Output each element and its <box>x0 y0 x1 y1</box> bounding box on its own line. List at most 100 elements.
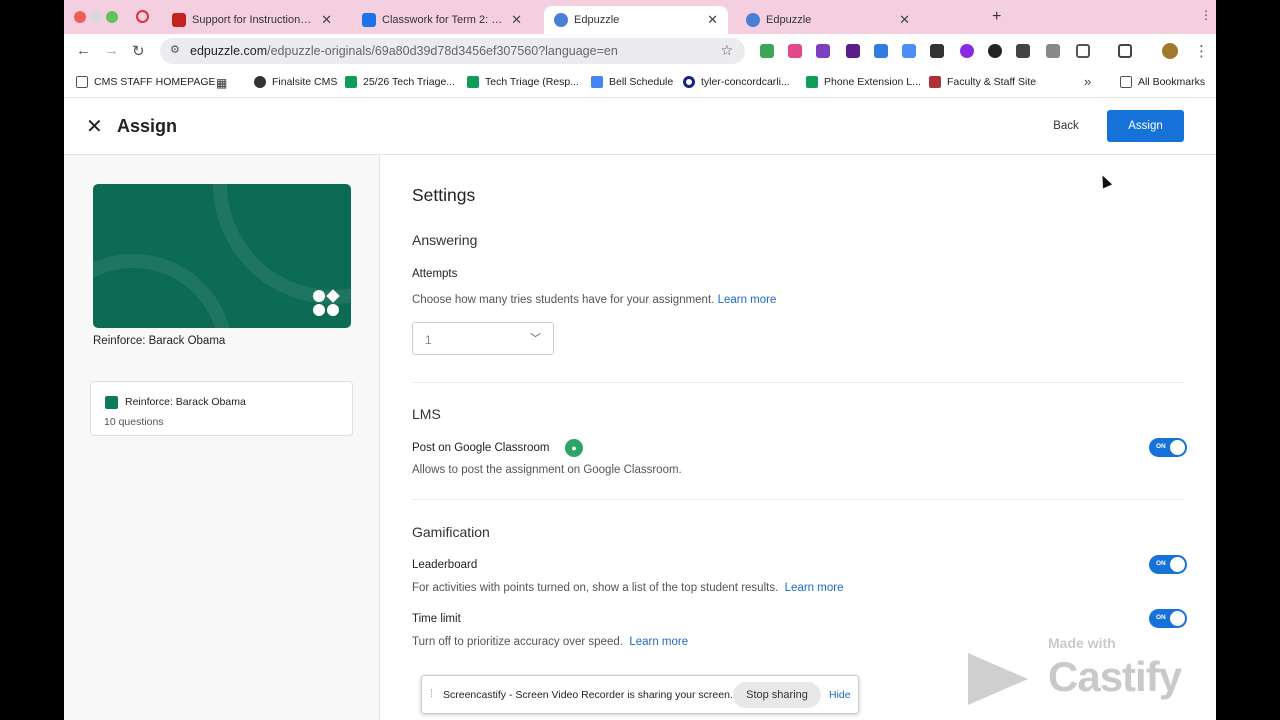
site-settings-icon[interactable]: ⚙ <box>170 43 180 56</box>
docs-icon <box>591 76 603 88</box>
bookmarks-overflow-icon[interactable]: » <box>1084 74 1091 89</box>
bookmark-label: 25/26 Tech Triage... <box>363 76 456 88</box>
toggle-state: ON <box>1156 443 1166 450</box>
divider <box>412 382 1184 383</box>
forward-arrow-icon[interactable]: → <box>104 42 119 59</box>
extension-icon[interactable] <box>760 44 774 58</box>
tab-title: Edpuzzle <box>766 14 812 26</box>
new-tab-icon[interactable]: + <box>992 8 1001 26</box>
school-logo-icon <box>929 76 941 88</box>
extension-icon[interactable] <box>816 44 830 58</box>
maximize-window-dot[interactable] <box>106 11 118 23</box>
back-arrow-icon[interactable]: ← <box>76 42 91 59</box>
close-tab-icon[interactable]: ✕ <box>321 12 332 28</box>
learn-more-link[interactable]: Learn more <box>629 636 688 648</box>
attempts-value: 1 <box>425 333 432 347</box>
url-host: edpuzzle.com <box>190 44 268 58</box>
extension-icon[interactable] <box>1016 44 1030 58</box>
bookmark-label: All Bookmarks <box>1138 76 1206 88</box>
question-count: 10 questions <box>104 416 164 428</box>
sheets-icon <box>345 76 357 88</box>
bookmark-star-icon[interactable]: ☆ <box>720 42 733 59</box>
record-icon[interactable] <box>136 10 149 23</box>
bookmark-item[interactable]: tyler-concordcarli... <box>683 76 790 88</box>
answering-heading: Answering <box>412 232 478 248</box>
lesson-title: Reinforce: Barack Obama <box>125 396 246 408</box>
bookmark-item[interactable]: Phone Extension L... <box>806 76 921 88</box>
lms-heading: LMS <box>412 406 441 422</box>
tab-edpuzzle-active[interactable]: Edpuzzle ✕ <box>544 6 728 34</box>
gamification-heading: Gamification <box>412 524 490 540</box>
bookmark-label: Faculty & Staff Site <box>947 76 1037 88</box>
castify-brand: Castify <box>1048 653 1182 700</box>
extension-icon[interactable] <box>846 44 860 58</box>
close-window-dot[interactable] <box>74 11 86 23</box>
extension-icon[interactable] <box>1046 44 1060 58</box>
leaderboard-toggle[interactable]: ON <box>1149 555 1187 574</box>
bookmark-label: Tech Triage (Resp... <box>485 76 579 88</box>
thumbnail-title: Reinforce: Barack Obama <box>93 335 226 347</box>
edpuzzle-icon <box>554 13 568 27</box>
bookmark-item[interactable]: Bell Schedule <box>591 76 673 88</box>
lesson-thumbnail[interactable] <box>93 184 351 328</box>
toggle-knob <box>1170 611 1185 626</box>
learn-more-link[interactable]: Learn more <box>718 294 777 306</box>
bookmark-label: CMS STAFF HOMEPAGE <box>94 76 216 88</box>
toggle-state: ON <box>1156 560 1166 567</box>
extension-icon[interactable] <box>988 44 1002 58</box>
tab-edpuzzle[interactable]: Edpuzzle ✕ <box>736 6 920 34</box>
tab-support[interactable]: Support for Instructional Issu ✕ <box>162 6 342 34</box>
globe-icon <box>254 76 266 88</box>
apps-grid-icon[interactable]: ▦ <box>216 76 227 90</box>
attempts-description: Choose how many tries students have for … <box>412 294 777 306</box>
tab-search-icon[interactable]: ⋮ <box>1200 8 1212 22</box>
bookmark-item[interactable]: 25/26 Tech Triage... <box>345 76 455 88</box>
reload-icon[interactable]: ↻ <box>132 42 145 60</box>
decorative-ring <box>213 184 351 304</box>
bookmark-item[interactable]: CMS STAFF HOMEPAGE <box>76 76 216 88</box>
circle-icon <box>683 76 695 88</box>
lesson-card[interactable]: Reinforce: Barack Obama 10 questions <box>90 381 353 436</box>
tab-title: Support for Instructional Issu <box>192 14 313 26</box>
extensions-puzzle-icon[interactable] <box>1076 44 1090 58</box>
time-limit-toggle[interactable]: ON <box>1149 609 1187 628</box>
profile-avatar[interactable] <box>1162 43 1178 59</box>
drag-handle-icon[interactable]: ⁞ <box>430 688 433 700</box>
close-tab-icon[interactable]: ✕ <box>899 12 910 28</box>
castify-watermark: Made with Castify <box>968 633 1198 708</box>
extension-icon[interactable] <box>930 44 944 58</box>
gmail-icon <box>172 13 186 27</box>
hide-link[interactable]: Hide <box>829 689 851 701</box>
browser-menu-icon[interactable]: ⋮ <box>1194 42 1209 60</box>
tab-classwork[interactable]: Classwork for Term 2: 8th Gra ✕ <box>352 6 532 34</box>
bookmark-label: Finalsite CMS <box>272 76 338 88</box>
back-button[interactable]: Back <box>1039 110 1093 142</box>
all-bookmarks[interactable]: All Bookmarks <box>1120 76 1205 88</box>
extension-icon[interactable] <box>874 44 888 58</box>
assign-button[interactable]: Assign <box>1107 110 1184 142</box>
bookmark-item[interactable]: Faculty & Staff Site <box>929 76 1036 88</box>
close-icon[interactable]: ✕ <box>86 114 103 139</box>
address-bar[interactable]: ⚙ edpuzzle.com/edpuzzle-originals/69a80d… <box>160 38 745 64</box>
toggle-knob <box>1170 440 1185 455</box>
bookmark-item[interactable]: Finalsite CMS <box>254 76 337 88</box>
sheets-icon <box>806 76 818 88</box>
close-tab-icon[interactable]: ✕ <box>511 12 522 28</box>
stop-sharing-button[interactable]: Stop sharing <box>733 682 821 708</box>
folder-icon <box>76 76 88 88</box>
bookmark-item[interactable]: Tech Triage (Resp... <box>467 76 579 88</box>
google-classroom-label: Post on Google Classroom <box>412 442 550 454</box>
extension-icon[interactable] <box>902 44 916 58</box>
minimize-window-dot[interactable] <box>90 11 102 23</box>
edpuzzle-page: ✕ Assign Back Assign Reinforce: Barack O… <box>64 98 1216 720</box>
extension-icon[interactable] <box>960 44 974 58</box>
extension-icon[interactable] <box>788 44 802 58</box>
google-classroom-icon: ● <box>565 439 583 457</box>
google-classroom-toggle[interactable]: ON <box>1149 438 1187 457</box>
learn-more-link[interactable]: Learn more <box>785 582 844 594</box>
sheets-icon <box>467 76 479 88</box>
divider <box>412 499 1184 500</box>
close-tab-icon[interactable]: ✕ <box>707 12 718 28</box>
attempts-select[interactable]: 1 ﹀ <box>412 322 554 355</box>
tab-search-icon[interactable] <box>1118 44 1132 58</box>
